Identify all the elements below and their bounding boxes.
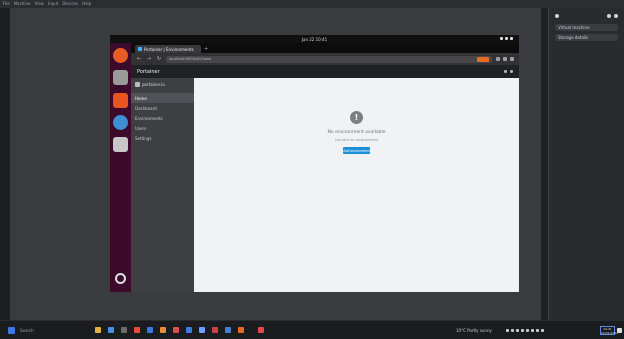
guest-clock[interactable]: Jan 22 10:41 (302, 37, 327, 42)
tab-strip: Portainer | Environments + (131, 43, 519, 53)
menu-file[interactable]: File (3, 0, 10, 8)
app-orange2-icon[interactable] (238, 327, 244, 333)
notification-icon[interactable] (617, 328, 622, 333)
back-button[interactable]: ← (136, 56, 142, 62)
help-circle-icon[interactable] (504, 70, 507, 73)
alert-icon: ! (350, 111, 363, 124)
url-text: localhost:9000/#!/home (169, 57, 212, 61)
battery-icon (521, 329, 524, 332)
tray-chevron-icon (506, 329, 509, 332)
settings-icon[interactable] (607, 14, 611, 18)
disk-icon[interactable] (113, 137, 128, 152)
sidebar-item-dashboard[interactable]: Dashboard (131, 103, 194, 113)
speaker-icon (516, 329, 519, 332)
sidebar-item-users[interactable]: Users (131, 123, 194, 133)
clock-date: 22/01/2024 (601, 331, 619, 335)
app-blue3-icon[interactable] (225, 327, 231, 333)
empty-subtitle: Connect an environment (334, 138, 379, 142)
url-bar[interactable]: localhost:9000/#!/home (166, 55, 492, 63)
account-icon[interactable] (503, 57, 507, 61)
toolbar-icons (496, 57, 514, 61)
shield-tray-icon (536, 329, 539, 332)
app-red3-icon[interactable] (258, 327, 264, 333)
guest-dock (110, 43, 131, 292)
show-apps-icon[interactable] (115, 273, 126, 284)
taskbar-clock[interactable]: 10:41 22/01/2024 (600, 326, 619, 335)
menu-icon[interactable] (510, 57, 514, 61)
start-icon[interactable] (8, 327, 15, 334)
user-icon[interactable] (510, 70, 513, 73)
system-tray[interactable] (506, 327, 598, 334)
sidebar-item-environments[interactable]: Environments (131, 113, 194, 123)
add-environment-button[interactable]: Add environment (343, 147, 370, 154)
storage-dropdown[interactable]: Storage details (555, 34, 618, 41)
tab-title: Portainer | Environments (144, 46, 194, 52)
menu-view[interactable]: View (34, 0, 44, 8)
wifi-icon (511, 329, 514, 332)
sidebar-brand[interactable]: portainer.io (135, 82, 190, 87)
menu-devices[interactable]: Devices (62, 0, 78, 8)
weather-widget[interactable]: 10°C Partly sunny (456, 327, 506, 334)
firefox-icon[interactable] (113, 48, 128, 63)
main-content: ! No environment available Connect an en… (194, 78, 519, 292)
software-icon[interactable] (113, 93, 128, 108)
vm-dropdown[interactable]: Virtual machine (555, 24, 618, 31)
lang-icon (526, 329, 529, 332)
app-red-icon[interactable] (173, 327, 179, 333)
new-tab-button[interactable]: + (204, 45, 208, 53)
menu-help[interactable]: Help (82, 0, 91, 8)
reload-button[interactable]: ↻ (156, 56, 162, 62)
app-red2-icon[interactable] (212, 327, 218, 333)
extension-badge[interactable] (477, 56, 489, 62)
guest-tray[interactable] (500, 37, 513, 40)
usb-icon (541, 329, 544, 332)
portainer-logo-icon (135, 82, 140, 87)
virtualbox-icon[interactable] (199, 327, 205, 333)
host-menubar: File Machine View Input Devices Help (0, 0, 624, 8)
volume-icon (505, 37, 508, 40)
app-header: Portainer (131, 65, 519, 78)
nav-bar: ← → ↻ localhost:9000/#!/home (131, 53, 519, 65)
portainer-favicon-icon (138, 47, 142, 51)
app-orange-icon[interactable] (160, 327, 166, 333)
page-title: Portainer (137, 68, 160, 75)
sidebar-item-settings[interactable]: Settings (131, 133, 194, 143)
files-icon[interactable] (113, 70, 128, 85)
app-blue2-icon[interactable] (186, 327, 192, 333)
info-icon[interactable] (555, 14, 559, 18)
help-icon[interactable] (113, 115, 128, 130)
host-right-panel: Virtual machine Storage details (548, 8, 624, 320)
cloud-icon (531, 329, 534, 332)
vm-display[interactable]: Jan 22 10:41 Portainer | Environments + … (110, 35, 519, 292)
sidebar: portainer.io Home Dashboard Environments… (131, 78, 194, 292)
tab-portainer[interactable]: Portainer | Environments (135, 45, 201, 53)
store-icon[interactable] (121, 327, 127, 333)
app-blue-icon[interactable] (147, 327, 153, 333)
guest-topbar: Jan 22 10:41 (110, 35, 519, 43)
menu-machine[interactable]: Machine (14, 0, 31, 8)
search-box[interactable]: Search (20, 327, 80, 334)
shield-icon[interactable] (496, 57, 500, 61)
edge-icon[interactable] (108, 327, 114, 333)
firefox-window: Portainer | Environments + ← → ↻ localho… (131, 43, 519, 292)
power-icon (510, 37, 513, 40)
network-icon (500, 37, 503, 40)
mail-icon[interactable] (134, 327, 140, 333)
forward-button[interactable]: → (146, 56, 152, 62)
app-body: portainer.io Home Dashboard Environments… (131, 78, 519, 292)
host-taskbar: Search 10°C Partly sunny 10:41 22/01/202… (0, 320, 624, 339)
folder-icon[interactable] (95, 327, 101, 333)
empty-title: No environment available (327, 130, 386, 135)
sidebar-item-home[interactable]: Home (131, 93, 194, 103)
menu-input[interactable]: Input (48, 0, 58, 8)
refresh-icon[interactable] (614, 14, 618, 18)
